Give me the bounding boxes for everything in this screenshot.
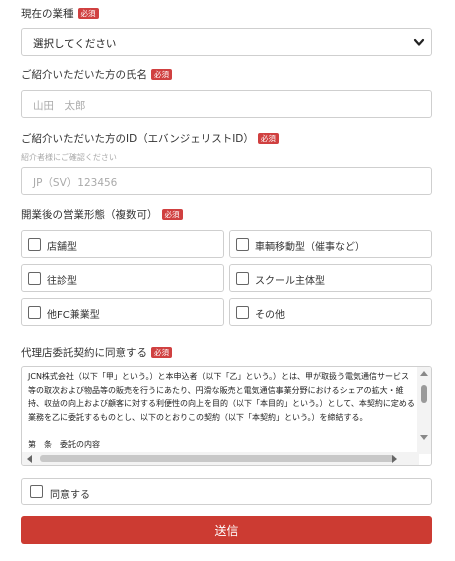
agreement-label-row: 代理店委託契約に同意する 必須 <box>21 345 172 360</box>
checkbox[interactable] <box>236 238 249 251</box>
option-label: スクール主体型 <box>255 276 325 287</box>
referrer-name-label-row: ご紹介いただいた方の氏名 必須 <box>21 67 172 82</box>
checkbox[interactable] <box>236 306 249 319</box>
option-label: その他 <box>255 310 285 321</box>
option-label: 車輌移動型（催事など） <box>255 242 365 253</box>
option-label: 他FC兼業型 <box>47 310 100 321</box>
industry-label: 現在の業種 <box>21 8 74 20</box>
business-type-option-house-call[interactable]: 往診型 <box>21 264 224 292</box>
scroll-right-icon[interactable] <box>392 455 397 463</box>
vertical-scrollbar[interactable] <box>417 367 431 454</box>
referrer-name-placeholder: 山田 太郎 <box>33 100 86 112</box>
scroll-thumb[interactable] <box>421 385 427 403</box>
checkbox[interactable] <box>28 306 41 319</box>
agreement-textarea[interactable]: JCN株式会社（以下「甲」という。）と本申込者（以下「乙」という。）とは、甲が取… <box>21 366 432 466</box>
industry-select[interactable]: 選択してください <box>21 28 432 56</box>
industry-select-value: 選択してください <box>33 38 117 50</box>
required-badge: 必須 <box>257 133 279 144</box>
agree-label: 同意する <box>50 490 90 501</box>
referrer-id-placeholder: JP（SV）123456 <box>33 177 118 189</box>
referrer-name-label: ご紹介いただいた方の氏名 <box>21 69 147 81</box>
required-badge: 必須 <box>151 69 172 80</box>
scroll-down-icon[interactable] <box>420 435 428 440</box>
referrer-id-hint: 紹介者様にご確認ください <box>21 153 117 162</box>
horizontal-scrollbar[interactable] <box>22 452 419 465</box>
business-type-option-store[interactable]: 店舗型 <box>21 230 224 258</box>
checkbox[interactable] <box>28 238 41 251</box>
option-label: 往診型 <box>47 276 77 287</box>
business-type-label: 開業後の営業形態（複数可） <box>21 209 158 221</box>
checkbox[interactable] <box>30 485 43 498</box>
required-badge: 必須 <box>151 347 172 358</box>
industry-label-row: 現在の業種 必須 <box>21 6 99 21</box>
scroll-up-icon[interactable] <box>420 371 428 376</box>
agreement-text: JCN株式会社（以下「甲」という。）と本申込者（以下「乙」という。）とは、甲が取… <box>28 372 415 449</box>
agreement-label: 代理店委託契約に同意する <box>21 347 147 359</box>
referrer-id-label-row: ご紹介いただいた方のID（エバンジェリストID） 必須 <box>21 131 279 146</box>
business-type-option-school[interactable]: スクール主体型 <box>229 264 432 292</box>
checkbox[interactable] <box>28 272 41 285</box>
business-type-option-mobile[interactable]: 車輌移動型（催事など） <box>229 230 432 258</box>
required-badge: 必須 <box>77 8 99 19</box>
scroll-thumb[interactable] <box>40 455 395 462</box>
agree-checkbox-row[interactable]: 同意する <box>21 478 432 505</box>
chevron-down-icon <box>413 38 425 46</box>
referrer-id-label: ご紹介いただいた方のID（エバンジェリストID） <box>21 133 254 145</box>
business-type-option-other[interactable]: その他 <box>229 298 432 326</box>
business-type-option-other-fc[interactable]: 他FC兼業型 <box>21 298 224 326</box>
referrer-name-input[interactable]: 山田 太郎 <box>21 90 432 118</box>
referrer-id-input[interactable]: JP（SV）123456 <box>21 167 432 195</box>
scroll-left-icon[interactable] <box>27 455 32 463</box>
business-type-label-row: 開業後の営業形態（複数可） 必須 <box>21 207 183 222</box>
option-label: 店舗型 <box>47 242 77 253</box>
submit-button[interactable]: 送信 <box>21 516 432 544</box>
checkbox[interactable] <box>236 272 249 285</box>
required-badge: 必須 <box>161 209 183 220</box>
